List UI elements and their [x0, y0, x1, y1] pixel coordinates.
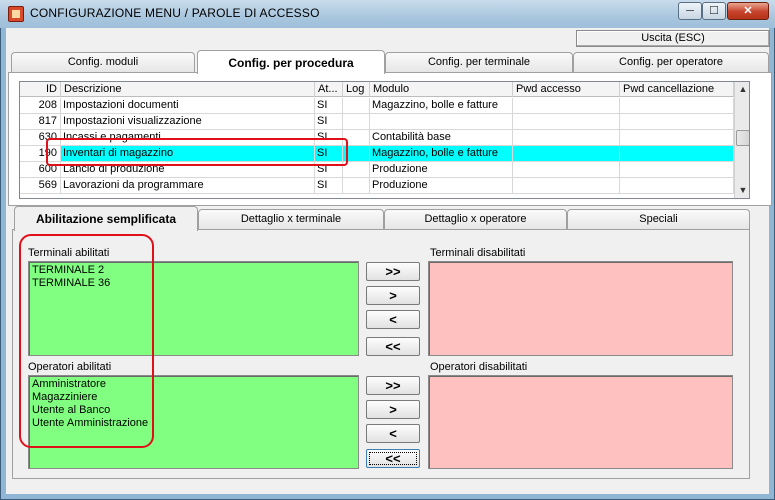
table-row-selected[interactable]: 190 Inventari di magazzino SI Magazzino,… [20, 146, 734, 162]
cell-pwd-cancellazione [620, 130, 734, 146]
cell-attivo: SI [315, 178, 343, 194]
list-item[interactable]: TERMINALE 36 [32, 277, 355, 290]
column-header-modulo[interactable]: Modulo [370, 82, 513, 97]
cell-attivo: SI [315, 162, 343, 178]
cell-id: 630 [20, 130, 61, 146]
table-row[interactable]: 208 Impostazioni documenti SI Magazzino,… [20, 98, 734, 114]
tab-config-moduli[interactable]: Config. moduli [11, 52, 195, 72]
table-row[interactable]: 630 Incassi e pagamenti SI Contabilità b… [20, 130, 734, 146]
list-item[interactable]: Magazziniere [32, 391, 355, 404]
cell-id: 600 [20, 162, 61, 178]
tab-dettaglio-operatore[interactable]: Dettaglio x operatore [384, 209, 567, 229]
cell-pwd-cancellazione [620, 98, 734, 114]
cell-descrizione: Incassi e pagamenti [61, 130, 315, 146]
cell-log [343, 162, 370, 178]
cell-attivo: SI [315, 114, 343, 130]
tab-config-per-operatore[interactable]: Config. per operatore [573, 52, 769, 72]
maximize-button[interactable]: ☐ [702, 2, 726, 20]
cell-pwd-accesso [513, 130, 620, 146]
cell-modulo [370, 114, 513, 130]
app-icon [8, 6, 24, 22]
cell-modulo: Produzione [370, 162, 513, 178]
tab-config-per-procedura[interactable]: Config. per procedura [197, 50, 385, 74]
move-left-terminals-button[interactable]: < [366, 310, 420, 329]
terminals-enabled-list[interactable]: TERMINALE 2 TERMINALE 36 [28, 261, 359, 356]
cell-pwd-cancellazione [620, 146, 734, 162]
operators-enabled-label: Operatori abilitati [28, 361, 112, 373]
cell-log [343, 114, 370, 130]
terminals-disabled-label: Terminali disabilitati [430, 247, 526, 259]
move-right-operators-button[interactable]: > [366, 400, 420, 419]
cell-log [343, 98, 370, 114]
move-all-right-terminals-button[interactable]: >> [366, 262, 420, 281]
scroll-down-icon[interactable]: ▼ [735, 183, 749, 197]
cell-pwd-accesso [513, 114, 620, 130]
cell-pwd-cancellazione [620, 162, 734, 178]
table-row[interactable]: 569 Lavorazioni da programmare SI Produz… [20, 178, 734, 194]
cell-id: 569 [20, 178, 61, 194]
operators-disabled-list[interactable] [428, 375, 733, 469]
cell-log [343, 130, 370, 146]
title-bar[interactable]: CONFIGURAZIONE MENU / PAROLE DI ACCESSO … [0, 0, 775, 28]
cell-pwd-cancellazione [620, 114, 734, 130]
tab-abilitazione-semplificata[interactable]: Abilitazione semplificata [14, 206, 198, 231]
tab-config-per-terminale[interactable]: Config. per terminale [385, 52, 573, 72]
table-row[interactable]: 817 Impostazioni visualizzazione SI [20, 114, 734, 130]
procedure-table[interactable]: ID Descrizione At... Log Modulo Pwd acce… [19, 81, 750, 199]
cell-pwd-accesso [513, 98, 620, 114]
exit-button[interactable]: Uscita (ESC) [576, 30, 770, 47]
cell-descrizione: Impostazioni documenti [61, 98, 315, 114]
cell-log [343, 146, 370, 162]
tab-speciali[interactable]: Speciali [567, 209, 750, 229]
cell-descrizione: Impostazioni visualizzazione [61, 114, 315, 130]
cell-attivo: SI [315, 130, 343, 146]
cell-pwd-accesso [513, 178, 620, 194]
minimize-button[interactable]: ─ [678, 2, 702, 20]
scroll-up-icon[interactable]: ▲ [735, 82, 749, 96]
cell-descrizione: Lancio di produzione [61, 162, 315, 178]
cell-attivo: SI [315, 98, 343, 114]
column-header-pwd-cancellazione[interactable]: Pwd cancellazione [620, 82, 734, 97]
list-item[interactable]: TERMINALE 2 [32, 264, 355, 277]
operators-enabled-list[interactable]: Amministratore Magazziniere Utente al Ba… [28, 375, 359, 469]
cell-pwd-cancellazione [620, 178, 734, 194]
column-header-attivo[interactable]: At... [315, 82, 343, 97]
column-header-log[interactable]: Log [343, 82, 370, 97]
cell-pwd-accesso [513, 162, 620, 178]
move-right-terminals-button[interactable]: > [366, 286, 420, 305]
move-all-right-operators-button[interactable]: >> [366, 376, 420, 395]
column-header-pwd-accesso[interactable]: Pwd accesso [513, 82, 620, 97]
window-title: CONFIGURAZIONE MENU / PAROLE DI ACCESSO [30, 6, 320, 20]
cell-modulo: Magazzino, bolle e fatture [370, 146, 513, 162]
move-left-operators-button[interactable]: < [366, 424, 420, 443]
close-button[interactable]: ✕ [727, 2, 769, 20]
cell-pwd-accesso [513, 146, 620, 162]
cell-modulo: Contabilità base [370, 130, 513, 146]
move-all-left-operators-button[interactable]: << [366, 449, 420, 468]
cell-descrizione: Inventari di magazzino [61, 146, 315, 162]
cell-log [343, 178, 370, 194]
terminals-enabled-label: Terminali abilitati [28, 247, 110, 259]
list-item[interactable]: Utente Amministrazione [32, 417, 355, 430]
list-item[interactable]: Amministratore [32, 378, 355, 391]
column-header-id[interactable]: ID [20, 82, 61, 97]
cell-modulo: Magazzino, bolle e fatture [370, 98, 513, 114]
cell-attivo: SI [315, 146, 343, 162]
cell-id: 817 [20, 114, 61, 130]
cell-id: 208 [20, 98, 61, 114]
move-all-left-terminals-button[interactable]: << [366, 337, 420, 356]
cell-id: 190 [20, 146, 61, 162]
operators-disabled-label: Operatori disabilitati [430, 361, 528, 373]
scroll-thumb[interactable] [736, 130, 749, 146]
table-scrollbar[interactable]: ▲ ▼ [734, 82, 749, 198]
cell-modulo: Produzione [370, 178, 513, 194]
cell-descrizione: Lavorazioni da programmare [61, 178, 315, 194]
terminals-disabled-list[interactable] [428, 261, 733, 356]
list-item[interactable]: Utente al Banco [32, 404, 355, 417]
tab-dettaglio-terminale[interactable]: Dettaglio x terminale [198, 209, 384, 229]
table-row[interactable]: 600 Lancio di produzione SI Produzione [20, 162, 734, 178]
column-header-descrizione[interactable]: Descrizione [61, 82, 315, 97]
